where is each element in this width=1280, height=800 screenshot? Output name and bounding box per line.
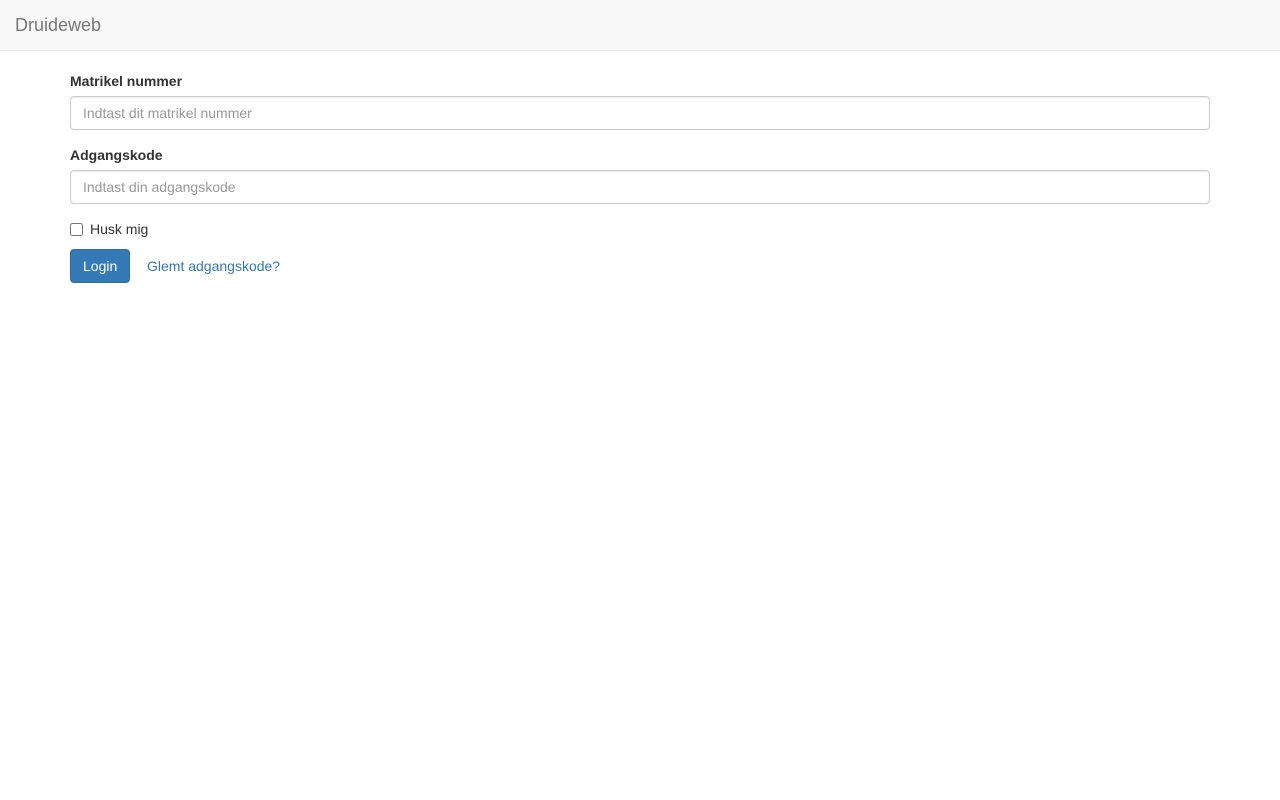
password-input[interactable]	[70, 170, 1210, 204]
student-number-input[interactable]	[70, 96, 1210, 130]
password-label: Adgangskode	[70, 147, 163, 163]
navbar: Druideweb	[0, 0, 1280, 51]
forgot-password-link[interactable]: Glemt adgangskode?	[147, 256, 280, 276]
remember-me-row: Husk mig	[70, 219, 148, 239]
remember-me-checkbox[interactable]	[70, 222, 83, 236]
login-button[interactable]: Login	[70, 249, 130, 283]
brand-link[interactable]: Druideweb	[15, 14, 101, 36]
remember-me-label[interactable]: Husk mig	[90, 219, 148, 239]
student-number-label: Matrikel nummer	[70, 73, 183, 89]
